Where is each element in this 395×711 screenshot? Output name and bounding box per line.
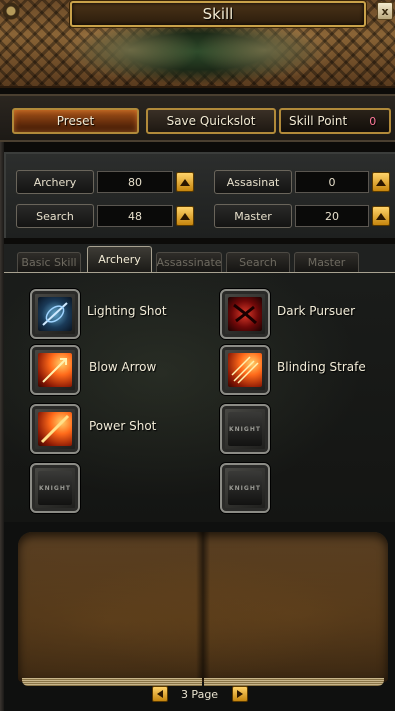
empty-skill-slot-icon: KNIGHT — [220, 404, 270, 454]
tab-archery[interactable]: Archery — [87, 246, 152, 272]
tab-basic-skill[interactable]: Basic Skill — [17, 252, 81, 272]
stat-archery-value: 80 — [97, 171, 173, 193]
save-quickslot-label: Save Quickslot — [166, 114, 256, 128]
title-banner: Skill x — [0, 0, 395, 88]
stat-assasinat-value: 0 — [295, 171, 369, 193]
power-shot-icon[interactable] — [30, 404, 80, 454]
skill-name-blow-arrow: Blow Arrow — [89, 360, 157, 374]
tab-master[interactable]: Master — [294, 252, 359, 272]
stat-assasinat-label: Assasinat — [214, 170, 292, 194]
search-increase-icon[interactable] — [176, 206, 194, 226]
empty-skill-slot-icon: KNIGHT — [220, 463, 270, 513]
stat-master-label: Master — [214, 204, 292, 228]
skill-list: Lighting Shot Dark Pursuer Blow Arrow Bl… — [4, 272, 395, 522]
archery-increase-icon[interactable] — [176, 172, 194, 192]
skill-book-image — [18, 532, 388, 686]
empty-slot-text: KNIGHT — [228, 471, 262, 505]
title-bar: Skill — [70, 1, 366, 27]
page-label: 3 Page — [180, 687, 219, 701]
skill-name-dark-pursuer: Dark Pursuer — [277, 304, 356, 318]
stat-search-value: 48 — [97, 205, 173, 227]
preset-label: Preset — [56, 114, 95, 128]
tab-assassinate[interactable]: Assassinate — [156, 252, 222, 272]
preset-button[interactable]: Preset — [12, 108, 139, 134]
toolbar: Preset Save Quickslot Skill Point 0 — [0, 94, 395, 142]
stat-search-label: Search — [16, 204, 94, 228]
window-title: Skill — [202, 5, 234, 23]
stat-master-value: 20 — [295, 205, 369, 227]
assasinat-increase-icon[interactable] — [372, 172, 390, 192]
empty-slot-text: KNIGHT — [228, 412, 262, 446]
skill-point-value: 0 — [369, 114, 377, 128]
prev-page-icon[interactable] — [151, 686, 168, 702]
page-navigator: 3 Page — [4, 680, 395, 708]
empty-slot-text: KNIGHT — [38, 471, 72, 505]
skill-name-power-shot: Power Shot — [89, 419, 157, 433]
next-page-icon[interactable] — [231, 686, 248, 702]
skill-point-label: Skill Point — [289, 114, 348, 128]
lighting-shot-icon[interactable] — [30, 289, 80, 339]
blow-arrow-icon[interactable] — [30, 345, 80, 395]
tab-search[interactable]: Search — [226, 252, 290, 272]
mastery-stats-panel: Archery 80 Assasinat 0 Search 48 Master … — [4, 152, 395, 238]
corner-ornament-icon — [0, 0, 22, 22]
master-increase-icon[interactable] — [372, 206, 390, 226]
dark-pursuer-icon[interactable] — [220, 289, 270, 339]
skill-point-display: Skill Point 0 — [279, 108, 391, 134]
close-icon: x — [381, 4, 389, 18]
blinding-strafe-icon[interactable] — [220, 345, 270, 395]
close-button[interactable]: x — [377, 2, 393, 20]
skill-book-area: 3 Page — [4, 522, 395, 711]
save-quickslot-button[interactable]: Save Quickslot — [146, 108, 276, 134]
skill-tabs: Basic Skill Archery Assassinate Search M… — [4, 244, 395, 272]
skill-name-blinding-strafe: Blinding Strafe — [277, 360, 366, 374]
stat-archery-label: Archery — [16, 170, 94, 194]
empty-skill-slot-icon: KNIGHT — [30, 463, 80, 513]
skill-name-lighting-shot: Lighting Shot — [87, 304, 167, 318]
